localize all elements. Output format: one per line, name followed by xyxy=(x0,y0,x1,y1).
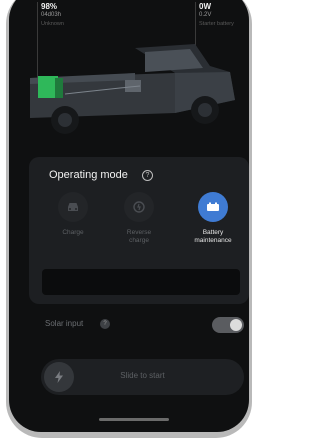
starter-battery-stat: 0W 0.2V Starter battery xyxy=(199,2,234,29)
mode-reverse-charge-button[interactable]: Reverse charge xyxy=(109,192,169,245)
mode-detail-box xyxy=(42,269,240,295)
battery-level-stat: 98% 04d03h Unknown xyxy=(41,2,64,29)
operating-mode-panel: Operating mode ? Charge Reverse charge B… xyxy=(29,157,249,304)
mode-battery-maintenance-label: Battery maintenance xyxy=(194,229,232,244)
mode-battery-maintenance-button[interactable]: Battery maintenance xyxy=(183,192,243,245)
help-icon[interactable]: ? xyxy=(142,170,153,181)
mode-reverse-charge-label: Reverse charge xyxy=(126,229,152,244)
solar-input-label: Solar input xyxy=(45,319,84,328)
battery-icon xyxy=(198,192,228,222)
info-icon[interactable]: ? xyxy=(100,319,110,329)
battery-level-value: 98% xyxy=(41,2,58,11)
starter-power-value: 0W xyxy=(199,2,211,11)
slide-to-start[interactable]: Slide to start xyxy=(41,359,244,395)
solar-input-toggle[interactable] xyxy=(212,317,244,333)
reverse-charge-icon xyxy=(124,192,154,222)
battery-status-text: Unknown xyxy=(41,21,64,27)
mode-charge-button[interactable]: Charge xyxy=(43,192,103,237)
starter-voltage-value: 0.2V xyxy=(199,12,212,18)
app-screen: 98% 04d03h Unknown 0W 0.2V Starter batte… xyxy=(9,0,249,432)
mode-charge-label: Charge xyxy=(62,229,84,236)
starter-battery-label: Starter battery xyxy=(199,21,234,27)
car-icon xyxy=(58,192,88,222)
toggle-knob xyxy=(230,319,242,331)
truck-illustration xyxy=(25,38,249,143)
home-indicator xyxy=(99,418,169,421)
slide-to-start-label: Slide to start xyxy=(120,371,165,380)
battery-time-value: 04d03h xyxy=(41,12,62,18)
operating-mode-title: Operating mode xyxy=(49,169,128,181)
